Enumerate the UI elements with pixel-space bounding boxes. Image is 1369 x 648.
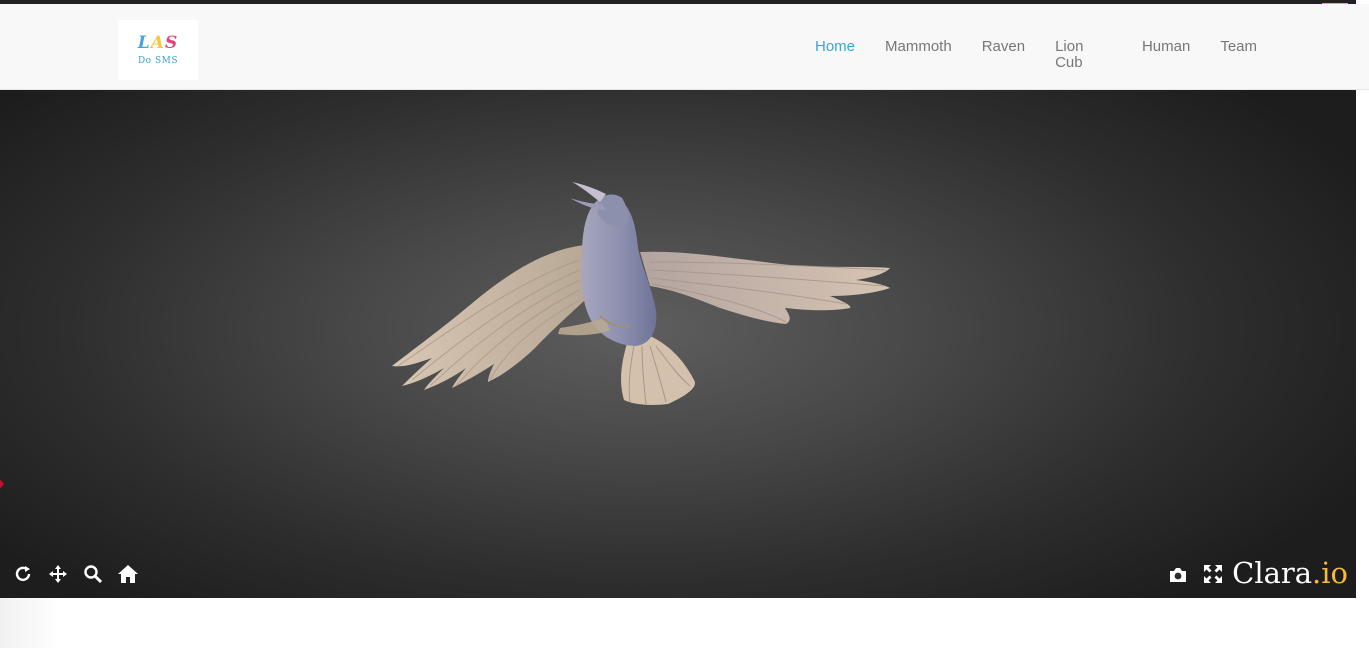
- brand-name: Clara: [1232, 556, 1313, 590]
- page-bottom: [0, 598, 1369, 648]
- logo-mark: LAS: [137, 33, 179, 53]
- nav-item-team[interactable]: Team: [1205, 39, 1272, 71]
- site-logo[interactable]: LAS Do SMS: [118, 20, 198, 80]
- zoom-icon[interactable]: [82, 563, 104, 585]
- nav-item-home[interactable]: Home: [800, 39, 870, 71]
- raven-model[interactable]: [0, 90, 1356, 598]
- nav-item-human[interactable]: Human: [1127, 39, 1205, 71]
- main-nav: Home Mammoth Raven Lion Cub Human Team: [800, 39, 1272, 71]
- logo-subtitle: Do SMS: [137, 56, 179, 66]
- clara-io-brand[interactable]: Clara.io: [1232, 556, 1348, 590]
- left-wing: [392, 245, 585, 390]
- 3d-viewer[interactable]: Clara.io: [0, 90, 1356, 598]
- nav-item-raven[interactable]: Raven: [967, 39, 1040, 71]
- brand-suffix: .io: [1312, 556, 1348, 590]
- rotate-icon[interactable]: [12, 563, 34, 585]
- site-header: LAS Do SMS Home Mammoth Raven Lion Cub H…: [0, 4, 1369, 90]
- side-marker: [0, 479, 4, 489]
- nav-item-lion-cub[interactable]: Lion Cub: [1040, 39, 1127, 71]
- right-wing: [640, 251, 890, 324]
- tail: [621, 336, 695, 405]
- nav-item-mammoth[interactable]: Mammoth: [870, 39, 967, 71]
- pan-icon[interactable]: [47, 563, 69, 585]
- fullscreen-icon[interactable]: [1202, 563, 1224, 585]
- camera-icon[interactable]: [1167, 564, 1189, 586]
- home-icon[interactable]: [117, 563, 139, 585]
